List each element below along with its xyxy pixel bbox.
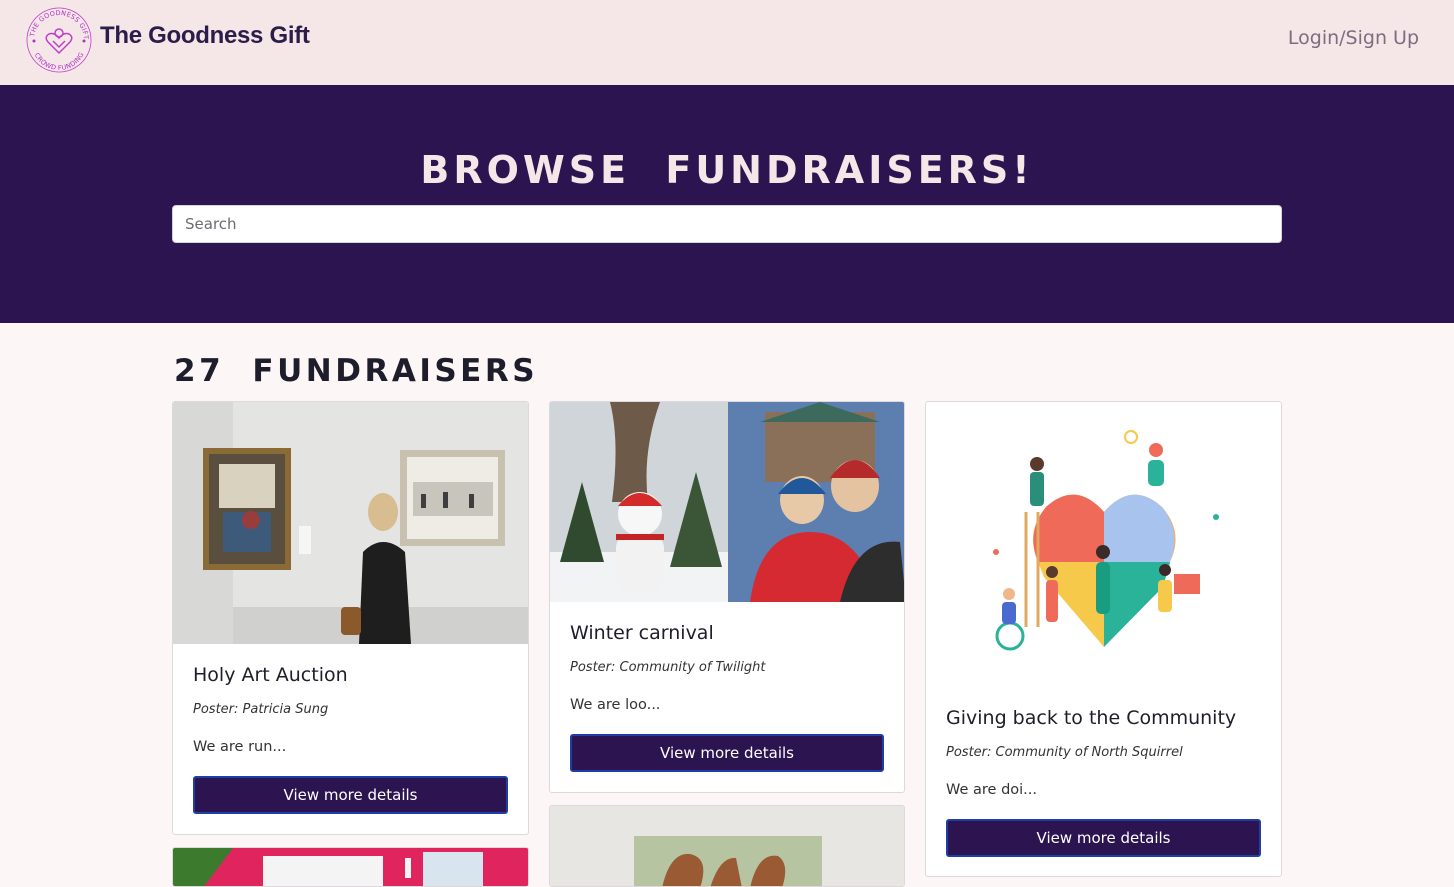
svg-text:THE GOODNESS GIFT: THE GOODNESS GIFT xyxy=(28,9,90,40)
card-description: We are run... xyxy=(193,739,287,755)
card-description: We are loo... xyxy=(570,697,661,713)
card-poster: Poster: Community of Twilight xyxy=(570,660,766,675)
fundraiser-card: Giving back to the Community Poster: Com… xyxy=(925,401,1282,877)
brand-logo[interactable]: THE GOODNESS GIFT CROWD FUNDING xyxy=(24,5,94,75)
winter-carnival-photo xyxy=(550,402,904,602)
fundraiser-card: Winter carnival Poster: Community of Twi… xyxy=(549,401,905,793)
card-title: Winter carnival xyxy=(570,622,714,644)
results-count-title: 27 Fundraisers xyxy=(174,353,539,389)
brand-name[interactable]: The Goodness Gift xyxy=(100,22,310,50)
card-poster: Poster: Community of North Squirrel xyxy=(946,745,1183,760)
card-poster: Poster: Patricia Sung xyxy=(193,702,329,717)
fundraiser-card xyxy=(172,847,529,887)
fundraiser-card xyxy=(549,805,905,887)
art-gallery-photo xyxy=(173,402,528,644)
community-heart-illustration xyxy=(926,402,1281,692)
view-details-button[interactable]: View more details xyxy=(570,734,884,772)
svg-text:CROWD FUNDING: CROWD FUNDING xyxy=(33,51,86,72)
page-title: Browse Fundraisers! xyxy=(420,148,1034,192)
card-image xyxy=(173,848,528,886)
card-description: We are doi... xyxy=(946,782,1038,798)
card-image xyxy=(550,806,904,886)
top-navbar: THE GOODNESS GIFT CROWD FUNDING The Good… xyxy=(0,0,1454,85)
search-input[interactable] xyxy=(172,205,1282,243)
card-title: Holy Art Auction xyxy=(193,664,348,686)
view-details-button[interactable]: View more details xyxy=(946,819,1261,857)
card-title: Giving back to the Community xyxy=(946,707,1237,729)
logo-icon: THE GOODNESS GIFT CROWD FUNDING xyxy=(26,7,92,73)
view-details-button[interactable]: View more details xyxy=(193,776,508,814)
fundraiser-card: Holy Art Auction Poster: Patricia Sung W… xyxy=(172,401,529,835)
login-signup-link[interactable]: Login/Sign Up xyxy=(1288,27,1419,49)
hero-banner: Browse Fundraisers! xyxy=(0,85,1454,323)
